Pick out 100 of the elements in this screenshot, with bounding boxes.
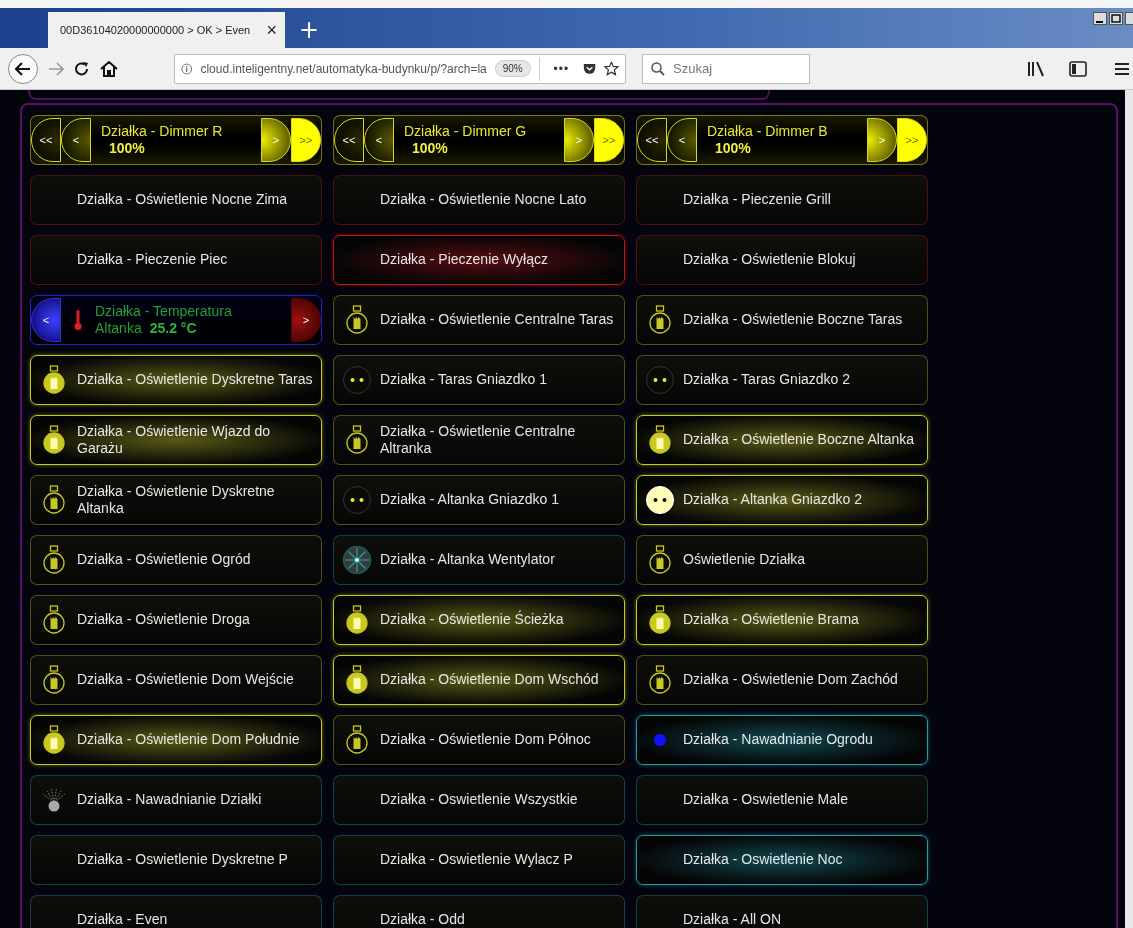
light-bulb-icon	[346, 605, 368, 635]
reload-button[interactable]	[74, 60, 90, 77]
scene-button[interactable]: Działka - Oświetlenie Nocne Lato	[333, 175, 625, 225]
light-switch[interactable]: Oświetlenie Działka	[636, 535, 928, 585]
temperature-place: Altanka	[95, 320, 142, 338]
new-tab-button[interactable]: +	[295, 16, 324, 44]
light-bulb-icon	[346, 425, 368, 455]
light-switch[interactable]: Działka - Oświetlenie Dom Północ	[333, 715, 625, 765]
light-switch[interactable]: Działka - Oświetlenie Centralne Altranka	[333, 415, 625, 465]
scene-button[interactable]: Działka - All ON	[636, 895, 928, 928]
search-field[interactable]: Szukaj	[642, 53, 810, 84]
light-bulb-icon	[649, 305, 671, 335]
scene-button[interactable]: Działka - Oświetlenie Nocne Zima	[30, 175, 322, 225]
scene-button[interactable]: Działka - Oswietlenie Wylacz P	[333, 835, 625, 885]
light-bulb-icon	[43, 545, 65, 575]
light-bulb-icon	[346, 305, 368, 335]
light-switch[interactable]: Działka - Oświetlenie Dyskretne Taras	[30, 355, 322, 405]
step-down-button[interactable]: <	[364, 118, 394, 162]
dimmer-title: Działka - Dimmer R	[101, 122, 224, 140]
scene-button[interactable]: Działka - Pieczenie Grill	[636, 175, 928, 225]
light-switch[interactable]: Działka - Oświetlenie Boczne Taras	[636, 295, 928, 345]
dimmer-value: 100%	[412, 140, 449, 158]
light-switch[interactable]: Działka - Oświetlenie Droga	[30, 595, 322, 645]
scene-button[interactable]: Działka - Pieczenie Wyłącz	[333, 235, 625, 285]
minimize-icon[interactable]	[1093, 12, 1107, 25]
scene-button[interactable]: Działka - Oswietlenie Dyskretne P	[30, 835, 322, 885]
home-button[interactable]	[100, 60, 118, 77]
scene-button[interactable]: Działka - Pieczenie Piec	[30, 235, 322, 285]
light-switch[interactable]: Działka - Oświetlenie Dom Wejście	[30, 655, 322, 705]
socket-icon	[342, 485, 372, 515]
back-arrow-icon	[15, 61, 31, 76]
temperature-value: 25.2 °C	[149, 320, 197, 338]
light-switch[interactable]: Działka - Oświetlenie Brama	[636, 595, 928, 645]
light-switch[interactable]: Działka - Oświetlenie Boczne Altanka	[636, 415, 928, 465]
back-button[interactable]	[8, 53, 38, 84]
search-icon	[651, 61, 665, 76]
step-down-button[interactable]: <	[667, 118, 697, 162]
fan-icon	[342, 545, 372, 575]
info-icon	[181, 61, 193, 76]
scene-button[interactable]: Działka - Oswietlenie Noc	[636, 835, 928, 885]
scene-button[interactable]: Działka - Oswietlenie Wszystkie	[333, 775, 625, 825]
scene-button[interactable]: Działka - Even	[30, 895, 322, 928]
close-icon[interactable]	[1125, 12, 1133, 25]
scene-button[interactable]: Działka - Oswietlenie Male	[636, 775, 928, 825]
fan-switch[interactable]: Działka - Altanka Wentylator	[333, 535, 625, 585]
dimmer-title: Działka - Dimmer B	[707, 122, 829, 140]
socket-icon	[645, 365, 675, 395]
zoom-level[interactable]: 90%	[494, 60, 531, 77]
sprinkler-switch[interactable]: Działka - Nawadnianie Działki	[30, 775, 322, 825]
light-bulb-icon	[43, 605, 65, 635]
address-bar[interactable]: cloud.inteligentny.net/automatyka-budynku/p/?arch=la 90% •••	[174, 53, 626, 84]
socket-switch[interactable]: Działka - Altanka Gniazdko 1	[333, 475, 625, 525]
decrease-button[interactable]: <	[31, 298, 61, 342]
step-down-button[interactable]: <<	[334, 118, 364, 162]
maximize-icon[interactable]	[1109, 12, 1123, 25]
light-switch[interactable]: Działka - Oświetlenie Ścieżka	[333, 595, 625, 645]
scene-button[interactable]: Działka - Odd	[333, 895, 625, 928]
light-switch[interactable]: Działka - Oświetlenie Wjazd do Garażu	[30, 415, 322, 465]
step-up-button[interactable]: >>	[291, 118, 321, 162]
light-switch[interactable]: Działka - Oświetlenie Dom Wschód	[333, 655, 625, 705]
light-switch[interactable]: Działka - Oświetlenie Ogród	[30, 535, 322, 585]
more-button[interactable]: •••	[547, 60, 576, 77]
light-bulb-icon	[346, 725, 368, 755]
light-switch[interactable]: Działka - Oświetlenie Dyskretne Altanka	[30, 475, 322, 525]
light-bulb-icon	[649, 665, 671, 695]
step-down-button[interactable]: <<	[637, 118, 667, 162]
dimmer-value: 100%	[715, 140, 752, 158]
light-bulb-icon	[43, 665, 65, 695]
socket-switch[interactable]: Działka - Taras Gniazdko 1	[333, 355, 625, 405]
light-switch[interactable]: Działka - Oświetlenie Dom Zachód	[636, 655, 928, 705]
light-bulb-icon	[649, 605, 671, 635]
close-tab-button[interactable]: ×	[266, 19, 277, 41]
valve-switch[interactable]: Działka - Nawadnianie Ogrodu	[636, 715, 928, 765]
step-up-button[interactable]: >>	[897, 118, 927, 162]
search-input[interactable]: Szukaj	[671, 60, 795, 77]
sprinkler-icon	[42, 788, 66, 812]
star-icon[interactable]	[604, 60, 619, 77]
socket-switch[interactable]: Działka - Altanka Gniazdko 2	[636, 475, 928, 525]
step-up-button[interactable]: >>	[594, 118, 624, 162]
step-down-button[interactable]: <	[61, 118, 91, 162]
light-switch[interactable]: Działka - Oświetlenie Centralne Taras	[333, 295, 625, 345]
library-icon[interactable]	[1027, 60, 1045, 77]
pocket-icon[interactable]	[583, 61, 597, 76]
scrollbar[interactable]	[1125, 90, 1133, 928]
light-bulb-icon	[649, 545, 671, 575]
increase-button[interactable]: >	[291, 298, 321, 342]
dot-icon	[654, 734, 666, 746]
menu-icon[interactable]	[1115, 61, 1129, 76]
scene-button[interactable]: Działka - Oświetlenie Blokuj	[636, 235, 928, 285]
light-bulb-icon	[346, 665, 368, 695]
light-bulb-icon	[649, 425, 671, 455]
socket-switch[interactable]: Działka - Taras Gniazdko 2	[636, 355, 928, 405]
light-switch[interactable]: Działka - Oświetlenie Dom Południe	[30, 715, 322, 765]
sidebar-icon[interactable]	[1069, 60, 1087, 77]
step-down-button[interactable]: <<	[31, 118, 61, 162]
light-bulb-icon	[43, 365, 65, 395]
browser-tab[interactable]: 00D36104020000000000 > OK > Even ×	[48, 12, 285, 48]
dimmer-title: Działka - Dimmer G	[404, 122, 528, 140]
dimmer-value: 100%	[109, 140, 146, 158]
thermometer-icon	[74, 309, 82, 331]
